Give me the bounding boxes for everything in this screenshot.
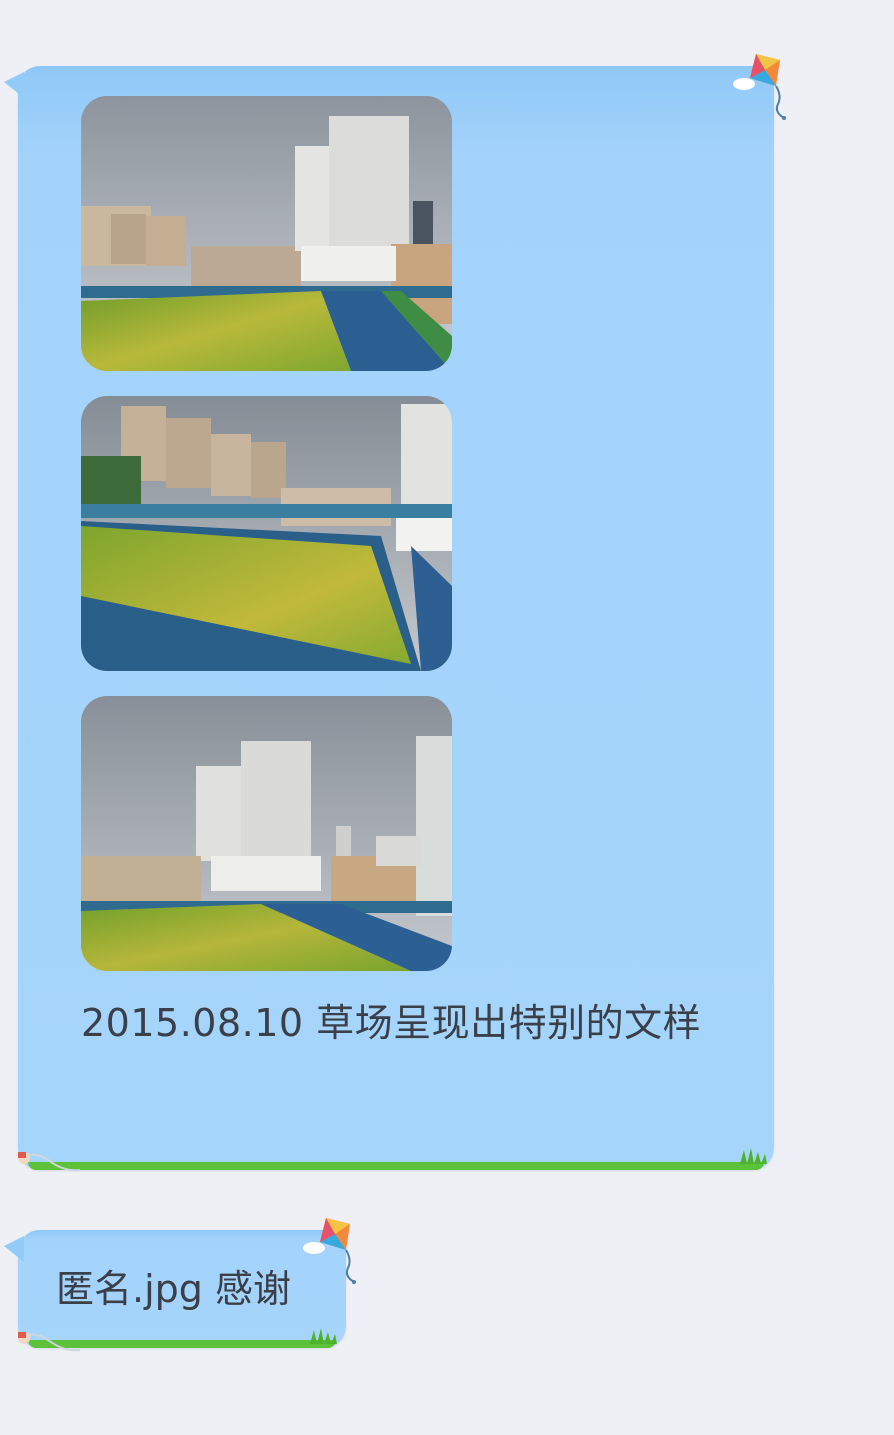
grass-icon [738,1146,768,1168]
image-icon [81,96,452,371]
photo-thumbnail-1[interactable] [81,96,452,371]
bubble-tail [4,1236,24,1262]
message-caption: 2015.08.10 草场呈现出特别的文样 [81,1001,702,1045]
message-text: 匿名.jpg 感谢 [56,1267,291,1311]
image-icon [81,696,452,971]
photo-thumbnail-2[interactable] [81,396,452,671]
kite-icon [302,1214,366,1290]
hand-icon [14,1328,84,1362]
grass-icon [308,1326,338,1348]
chat-area: 2015.08.10 草场呈现出特别的文样 匿名.jpg 感谢 [0,0,894,1435]
bubble-tail [4,72,24,98]
photo-thumbnail-3[interactable] [81,696,452,971]
hand-icon [14,1148,84,1182]
kite-icon [732,50,796,126]
message-bubble-photos[interactable]: 2015.08.10 草场呈现出特别的文样 [4,66,774,1170]
image-icon [81,396,452,671]
